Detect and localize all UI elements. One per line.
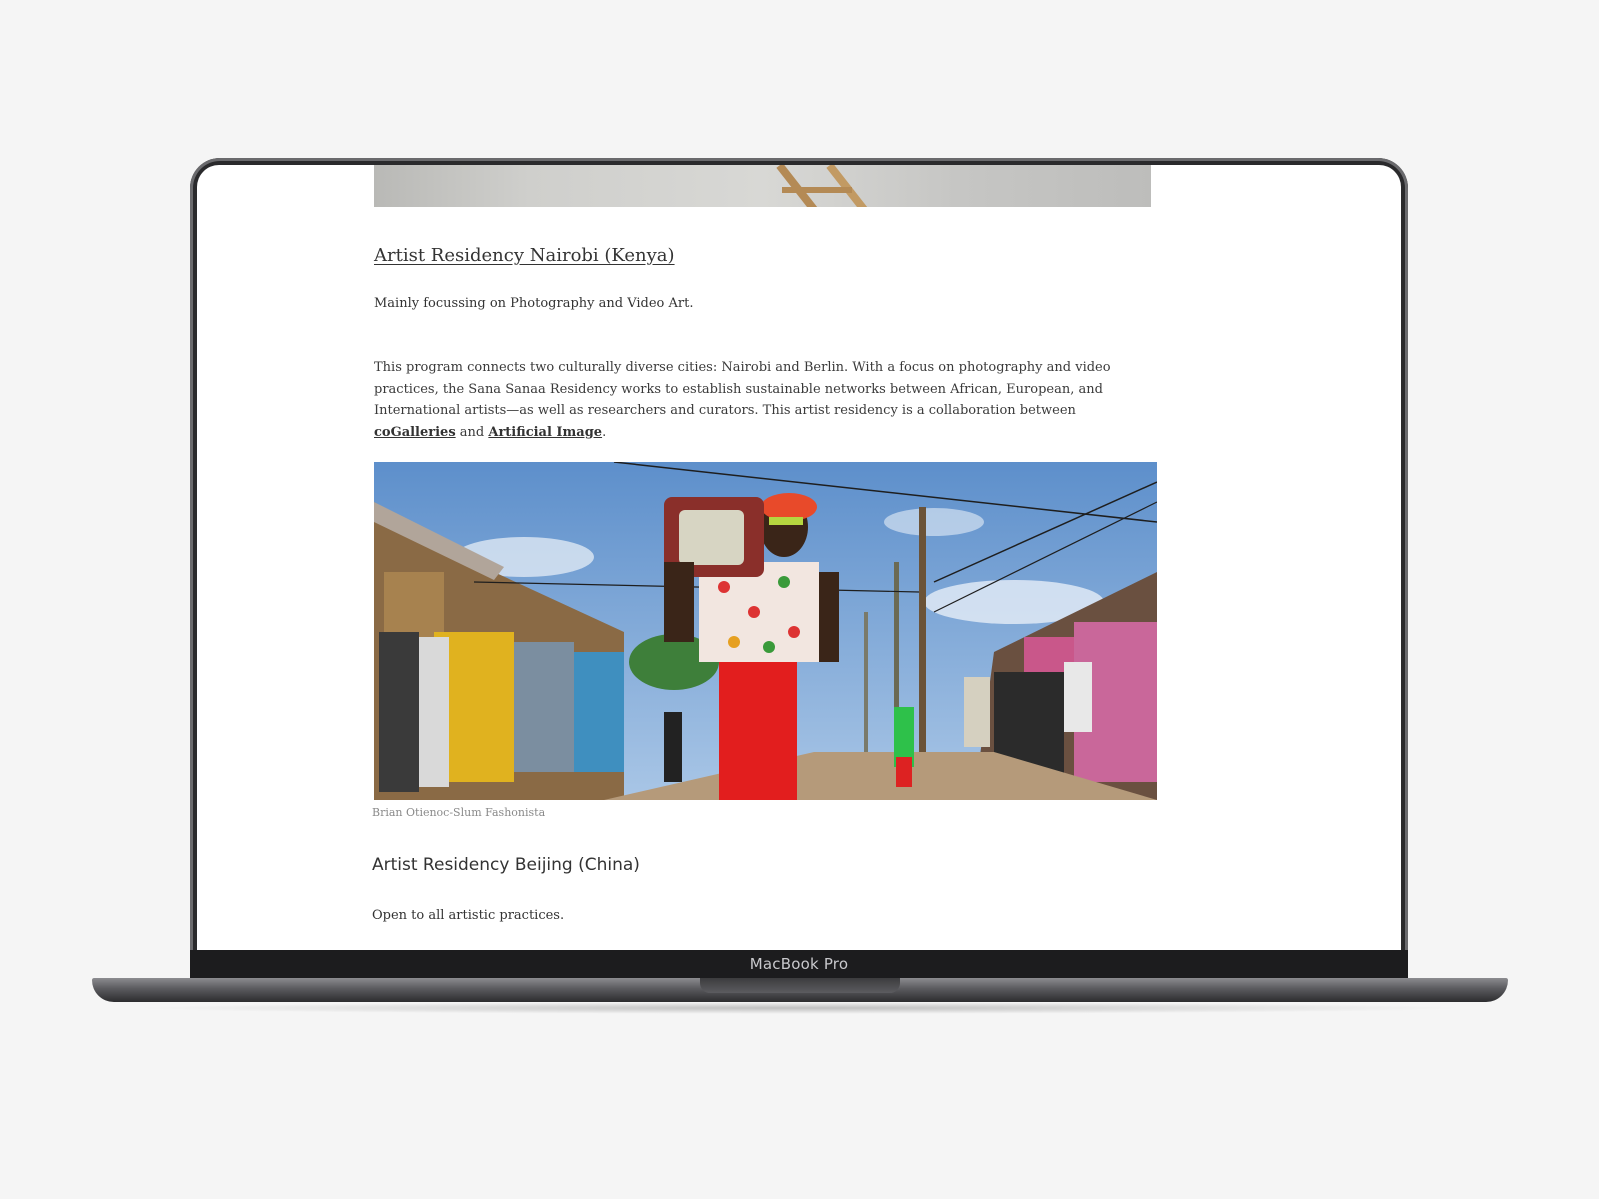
top-photo-partial: [374, 165, 1151, 207]
nairobi-description: This program connects two culturally div…: [374, 357, 1154, 443]
beijing-residency-heading: Artist Residency Beijing (China): [372, 855, 640, 875]
photo-wood-plank: [776, 165, 820, 207]
cogalleries-link[interactable]: coGalleries: [374, 425, 456, 440]
description-text: .: [602, 424, 607, 440]
nairobi-subtitle: Mainly focussing on Photography and Vide…: [374, 296, 694, 311]
laptop-base-notch: [700, 978, 900, 993]
web-page: Artist Residency Nairobi (Kenya) Mainly …: [197, 165, 1401, 950]
beijing-subtitle: Open to all artistic practices.: [372, 908, 565, 923]
slum-fashonista-photo: [374, 462, 1157, 800]
description-text: This program connects two culturally div…: [374, 360, 1111, 418]
laptop-shadow: [130, 1002, 1470, 1014]
photo-wood-plank: [826, 165, 870, 207]
description-text: and: [455, 424, 489, 440]
device-label: MacBook Pro: [749, 955, 849, 973]
artificial-image-link[interactable]: Artificial Image: [488, 425, 602, 440]
photo-illustration: [374, 462, 1157, 800]
photo-caption: Brian Otienoc-Slum Fashonista: [372, 806, 546, 819]
nairobi-residency-link[interactable]: Artist Residency Nairobi (Kenya): [374, 245, 675, 266]
photo-wood-rail: [782, 187, 852, 193]
laptop-screen: Artist Residency Nairobi (Kenya) Mainly …: [197, 165, 1401, 950]
laptop-bottom-bezel: MacBook Pro: [190, 950, 1408, 978]
